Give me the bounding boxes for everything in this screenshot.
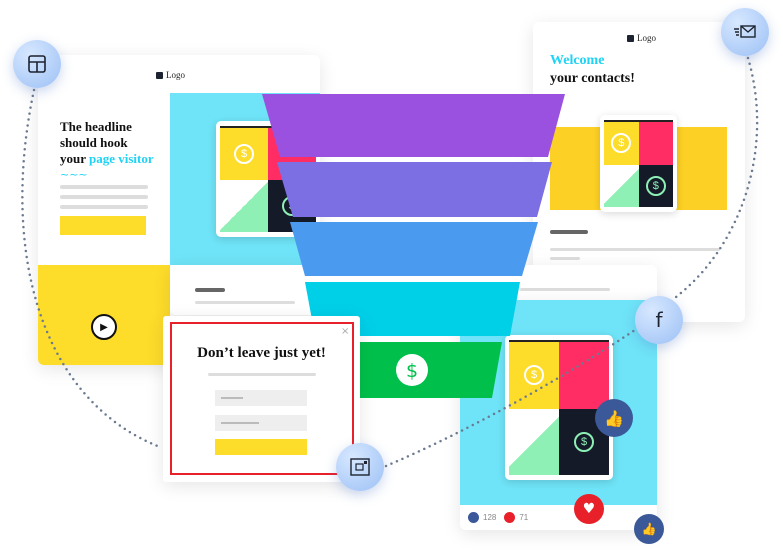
thumbs-up-icon[interactable]: 👍 bbox=[634, 514, 664, 544]
layout-icon[interactable] bbox=[13, 40, 61, 88]
funnel-stage-2 bbox=[277, 162, 552, 217]
mail-icon[interactable] bbox=[721, 8, 769, 56]
name-field[interactable] bbox=[215, 390, 307, 406]
email-field[interactable] bbox=[215, 415, 307, 431]
submit-button[interactable] bbox=[215, 439, 307, 455]
popup-title: Don’t leave just yet! bbox=[197, 345, 326, 361]
popup-icon[interactable] bbox=[336, 443, 384, 491]
funnel-stage-1 bbox=[262, 94, 565, 157]
svg-text:$: $ bbox=[406, 360, 418, 382]
close-button[interactable]: × bbox=[341, 326, 349, 337]
exit-popup: × Don’t leave just yet! bbox=[163, 316, 360, 482]
funnel: $ bbox=[262, 94, 565, 398]
funnel-stage-3 bbox=[290, 222, 538, 276]
divider bbox=[208, 373, 316, 376]
heart-reaction-icon[interactable]: ♥ bbox=[574, 494, 604, 524]
facebook-icon[interactable]: f bbox=[635, 296, 683, 344]
thumbs-up-icon[interactable]: 👍 bbox=[595, 399, 633, 437]
